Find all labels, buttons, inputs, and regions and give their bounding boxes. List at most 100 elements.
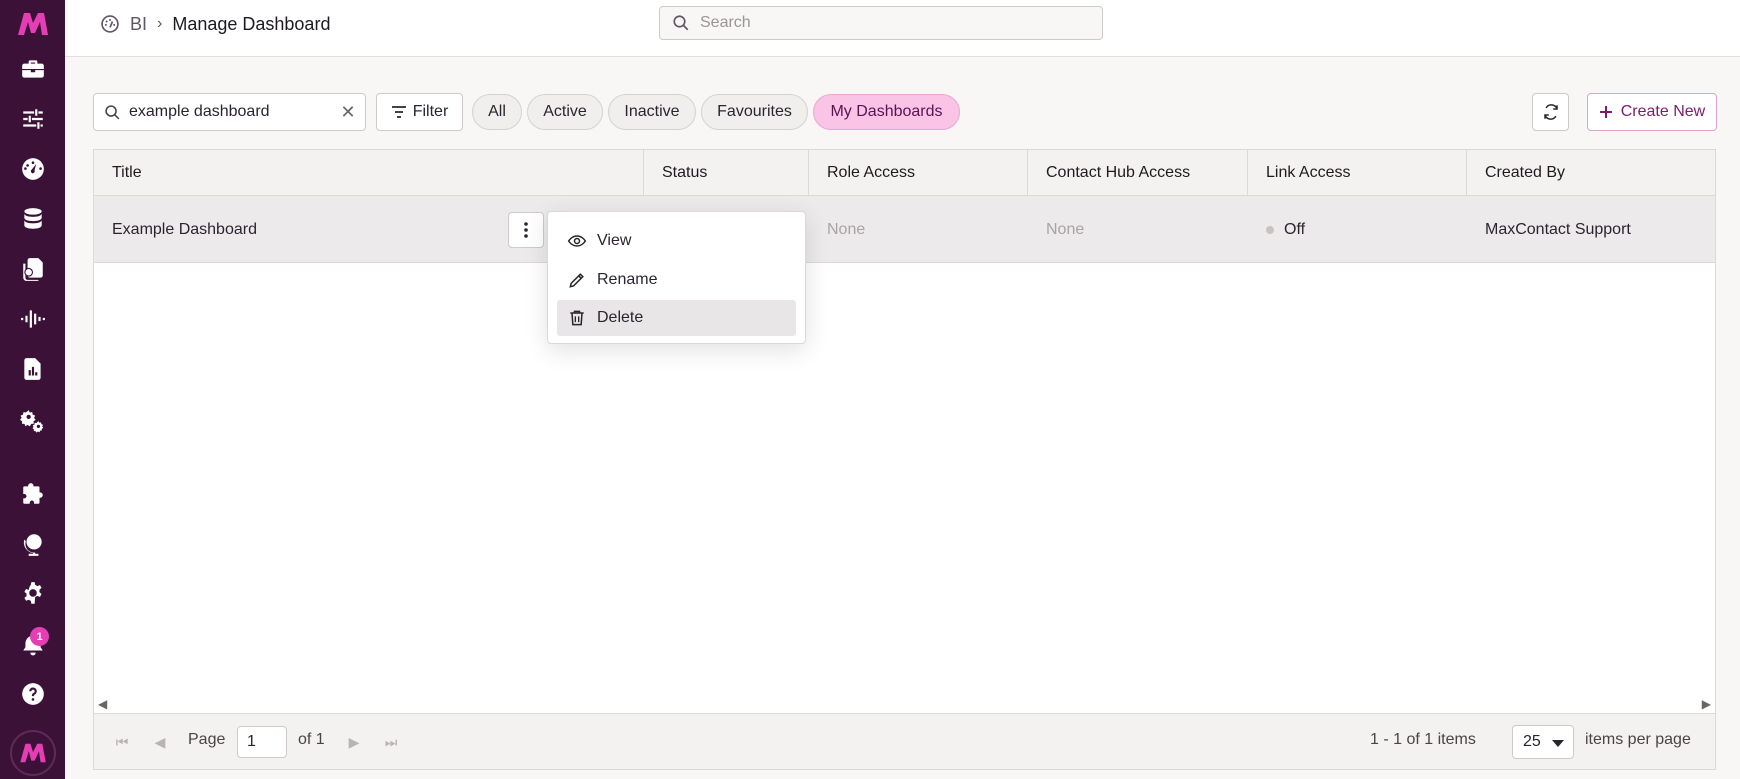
menu-item-label: View (597, 232, 632, 249)
top-bar: BI › Manage Dashboard (65, 0, 1740, 57)
column-header-role-access[interactable]: Role Access (809, 150, 1028, 196)
page-size-value: 25 (1523, 733, 1541, 750)
dashboard-gauge-icon (101, 15, 119, 33)
refresh-button[interactable] (1532, 93, 1569, 131)
audio-wave-icon (20, 310, 45, 328)
filter-button[interactable]: Filter (376, 93, 463, 131)
link-access-value: Off (1284, 220, 1306, 238)
sidebar-item-configuration[interactable] (0, 400, 65, 442)
chip-active[interactable]: Active (527, 94, 603, 130)
notification-count-badge: 1 (30, 627, 49, 646)
app-logo[interactable] (0, 6, 65, 42)
sidebar-item-notifications[interactable]: 1 (0, 623, 65, 665)
sidebar-item-toolbox[interactable] (0, 48, 65, 90)
globe-icon (23, 534, 42, 556)
maxcontact-logo-icon (20, 743, 46, 763)
last-page-icon[interactable]: ⏭ (381, 732, 401, 752)
sidebar-item-integrations[interactable] (0, 473, 65, 515)
sidebar-item-global[interactable] (0, 523, 65, 565)
search-icon (673, 15, 689, 31)
filter-icon (391, 106, 406, 118)
chevron-down-icon (1552, 740, 1564, 747)
maxcontact-logo-icon (17, 13, 48, 35)
items-per-page-label: items per page (1585, 731, 1691, 748)
cell-role-access: None (827, 220, 866, 238)
toolbox-icon (21, 60, 44, 78)
pager: ⏮ ◀ Page of 1 ▶ ⏭ 1 - 1 of 1 items 25 it… (94, 713, 1715, 769)
puzzle-icon (22, 483, 43, 504)
sliders-icon (22, 109, 43, 129)
eye-icon (567, 235, 587, 247)
cell-link-access: Off (1248, 196, 1467, 263)
page-label: Page (188, 731, 226, 748)
toolbar: ✕ Filter All Active Inactive Favourites … (93, 93, 1718, 131)
chip-all[interactable]: All (472, 94, 522, 130)
column-header-title[interactable]: Title (94, 150, 644, 196)
settings-icon (23, 582, 42, 604)
dashboard-gauge-icon (21, 158, 44, 180)
status-dot (1266, 225, 1274, 234)
breadcrumb-separator: › (157, 15, 163, 32)
kebab-menu-icon (524, 222, 528, 238)
horizontal-scrollbar[interactable]: ◀ ▶ (94, 695, 1715, 711)
menu-item-view[interactable]: View (557, 223, 796, 259)
sidebar-item-settings-sliders[interactable] (0, 98, 65, 140)
sidebar-item-recordings[interactable] (0, 298, 65, 340)
row-context-menu: View Rename Delete (547, 211, 806, 344)
search-icon (105, 104, 120, 119)
previous-page-icon[interactable]: ◀ (150, 732, 170, 752)
sidebar-item-bi[interactable] (0, 148, 65, 190)
help-icon (21, 683, 44, 705)
menu-item-delete[interactable]: Delete (557, 300, 796, 336)
pencil-icon (569, 273, 584, 288)
clear-search-icon[interactable]: ✕ (339, 102, 357, 122)
breadcrumb-bi-link[interactable]: BI (130, 14, 147, 35)
global-search[interactable] (659, 6, 1103, 40)
page-total-label: of 1 (298, 731, 325, 748)
refresh-icon (1543, 104, 1558, 120)
menu-item-label: Rename (597, 271, 658, 288)
global-search-input[interactable] (700, 14, 1080, 32)
gears-icon (19, 410, 43, 433)
sidebar-item-documents[interactable] (0, 248, 65, 290)
table-row[interactable]: Example Dashboard None None Off MaxConta… (94, 196, 1715, 263)
sidebar-item-settings[interactable] (0, 573, 65, 615)
cell-created-by: MaxContact Support (1485, 220, 1631, 238)
chip-favourites[interactable]: Favourites (701, 94, 808, 130)
user-avatar-logo[interactable] (10, 730, 56, 776)
breadcrumb: BI › Manage Dashboard (100, 12, 330, 36)
column-header-status[interactable]: Status (644, 150, 809, 196)
dashboard-search[interactable]: ✕ (93, 93, 366, 131)
menu-item-label: Delete (597, 309, 644, 326)
dashboard-search-input[interactable] (129, 103, 329, 121)
plus-icon (1599, 106, 1612, 118)
column-header-created-by[interactable]: Created By (1467, 150, 1715, 196)
sidebar-item-reports[interactable] (0, 348, 65, 390)
documents-icon (22, 258, 43, 281)
items-range-label: 1 - 1 of 1 items (1370, 731, 1476, 748)
next-page-icon[interactable]: ▶ (344, 732, 364, 752)
page-title: Manage Dashboard (172, 13, 331, 34)
chip-my-dashboards[interactable]: My Dashboards (813, 94, 960, 130)
create-new-button[interactable]: Create New (1587, 93, 1717, 131)
cell-contact-hub-access: None (1046, 220, 1085, 238)
scroll-left-icon[interactable]: ◀ (98, 697, 107, 711)
sidebar-item-help[interactable] (0, 673, 65, 715)
report-file-icon (23, 358, 41, 380)
first-page-icon[interactable]: ⏮ (112, 732, 132, 752)
filter-button-label: Filter (412, 103, 449, 120)
scroll-right-icon[interactable]: ▶ (1702, 697, 1711, 711)
row-actions-button[interactable] (508, 212, 544, 248)
menu-item-rename[interactable]: Rename (557, 262, 796, 298)
column-header-contact-hub-access[interactable]: Contact Hub Access (1028, 150, 1248, 196)
grid-header: Title Status Role Access Contact Hub Acc… (94, 150, 1715, 196)
sidebar-item-data[interactable] (0, 198, 65, 240)
trash-icon (570, 310, 584, 326)
cell-title: Example Dashboard (112, 220, 257, 238)
create-new-label: Create New (1620, 103, 1706, 120)
sidebar: 1 (0, 0, 65, 779)
chip-inactive[interactable]: Inactive (608, 94, 696, 130)
page-number-input[interactable] (237, 726, 287, 758)
page-size-select[interactable]: 25 (1512, 725, 1574, 759)
column-header-link-access[interactable]: Link Access (1248, 150, 1467, 196)
